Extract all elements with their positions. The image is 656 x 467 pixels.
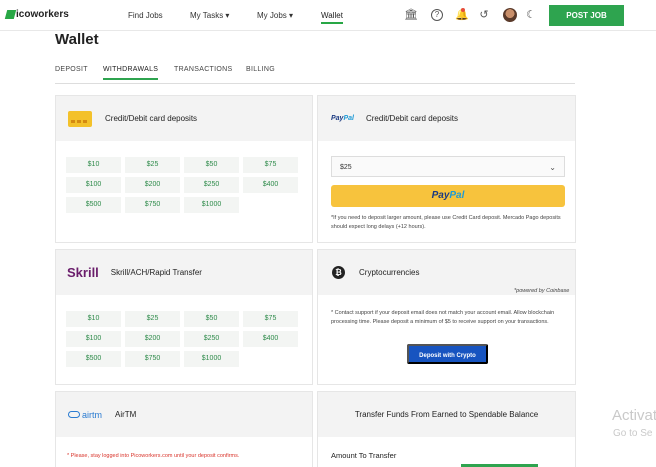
paypal-title: Credit/Debit card deposits: [365, 114, 459, 123]
crypto-title: Cryptocurrencies: [359, 268, 420, 277]
card-amount-button[interactable]: $1000: [184, 197, 239, 213]
airtm-logo: airtm: [68, 410, 102, 420]
nav-my-tasks[interactable]: My Tasks ▾: [190, 11, 229, 20]
skrill-amount-button[interactable]: $750: [125, 351, 180, 367]
paypal-amount-select[interactable]: $25 ⌄: [331, 156, 565, 177]
card-amount-grid: $10 $25 $50 $75 $100 $200 $250 $400 $500…: [66, 157, 298, 213]
skrill-amount-button[interactable]: $100: [66, 331, 121, 347]
skrill-amount-button[interactable]: $500: [66, 351, 121, 367]
paypal-logo-pal: Pal: [343, 115, 354, 122]
cloud-icon: [68, 411, 80, 418]
card-amount-button[interactable]: $400: [243, 177, 298, 193]
wallet-tabs: DEPOSIT WITHDRAWALS TRANSACTIONS BILLING: [55, 64, 575, 84]
card-amount-button[interactable]: $75: [243, 157, 298, 173]
card-deposit-panel: Credit/Debit card deposits $10 $25 $50 $…: [55, 95, 313, 243]
top-navigation: icoworkers Find Jobs My Tasks ▾ My Jobs …: [0, 0, 656, 31]
crypto-panel: ₿ Cryptocurrencies *powered by Coinbase …: [317, 249, 576, 385]
skrill-amount-button[interactable]: $1000: [184, 351, 239, 367]
site-logo[interactable]: icoworkers: [4, 9, 69, 20]
transfer-amount-label: Amount To Transfer: [331, 451, 397, 460]
card-amount-button[interactable]: $200: [125, 177, 180, 193]
paypal-panel: PayPal Credit/Debit card deposits $25 ⌄ …: [317, 95, 576, 243]
help-icon[interactable]: ?: [431, 9, 443, 21]
credit-card-icon: [68, 110, 92, 127]
skrill-amount-button[interactable]: $75: [243, 311, 298, 327]
paypal-button-pal: Pal: [449, 190, 465, 201]
paypal-selected-amount: $25: [340, 164, 352, 171]
page-title: Wallet: [55, 31, 99, 48]
card-amount-button[interactable]: $10: [66, 157, 121, 173]
notification-dot: [461, 8, 465, 12]
skrill-panel: Skrill Skrill/ACH/Rapid Transfer $10 $25…: [55, 249, 313, 385]
airtm-warning: * Please, stay logged into Picoworkers.c…: [67, 453, 240, 459]
logo-text: icoworkers: [16, 9, 69, 20]
crypto-note: * Contact support if your deposit email …: [331, 310, 555, 325]
skrill-title: Skrill/ACH/Rapid Transfer: [110, 268, 202, 277]
paypal-header: PayPal Credit/Debit card deposits: [318, 96, 575, 141]
activate-watermark-line2: Go to Se: [613, 428, 653, 439]
paypal-logo-pay: Pay: [331, 115, 344, 122]
airtm-logo-text: airtm: [82, 409, 102, 420]
skrill-amount-button[interactable]: $10: [66, 311, 121, 327]
skrill-amount-button[interactable]: $400: [243, 331, 298, 347]
tab-billing[interactable]: BILLING: [246, 66, 275, 73]
paypal-button[interactable]: PayPal: [331, 185, 565, 207]
powered-by-coinbase: *powered by Coinbase: [514, 288, 570, 294]
airtm-panel: airtm AirTM * Please, stay logged into P…: [55, 391, 313, 467]
card-deposit-title: Credit/Debit card deposits: [105, 114, 198, 123]
card-amount-button[interactable]: $500: [66, 197, 121, 213]
deposit-crypto-button[interactable]: Deposit with Crypto: [407, 344, 488, 364]
skrill-amount-button[interactable]: $200: [125, 331, 180, 347]
moon-icon[interactable]: ☾: [524, 8, 538, 22]
paypal-logo: PayPal: [331, 115, 354, 122]
post-job-button[interactable]: POST JOB: [549, 5, 624, 26]
tab-deposit[interactable]: DEPOSIT: [55, 66, 88, 73]
chevron-down-icon: ⌄: [549, 163, 556, 172]
skrill-amount-grid: $10 $25 $50 $75 $100 $200 $250 $400 $500…: [66, 311, 298, 367]
logo-mark-icon: [4, 10, 17, 19]
skrill-header: Skrill Skrill/ACH/Rapid Transfer: [56, 250, 312, 295]
skrill-amount-button[interactable]: $25: [125, 311, 180, 327]
nav-wallet[interactable]: Wallet: [321, 11, 343, 24]
skrill-amount-button[interactable]: $50: [184, 311, 239, 327]
transfer-title: Transfer Funds From Earned to Spendable …: [354, 410, 539, 419]
airtm-title: AirTM: [115, 410, 137, 419]
tab-withdrawals[interactable]: WITHDRAWALS: [103, 66, 159, 80]
paypal-note: *If you need to deposit larger amount, p…: [331, 215, 561, 230]
airtm-header: airtm AirTM: [56, 392, 312, 437]
transfer-header: Transfer Funds From Earned to Spendable …: [318, 392, 575, 437]
card-amount-button[interactable]: $25: [125, 157, 180, 173]
skrill-amount-button[interactable]: $250: [184, 331, 239, 347]
avatar[interactable]: [503, 8, 517, 22]
card-amount-button[interactable]: $100: [66, 177, 121, 193]
transfer-panel: Transfer Funds From Earned to Spendable …: [317, 391, 576, 467]
bitcoin-icon: ₿: [332, 266, 345, 279]
paypal-button-pay: Pay: [431, 190, 450, 201]
skrill-logo: Skrill: [67, 265, 99, 280]
card-amount-button[interactable]: $50: [184, 157, 239, 173]
card-amount-button[interactable]: $250: [184, 177, 239, 193]
card-amount-button[interactable]: $750: [125, 197, 180, 213]
activate-watermark-line1: Activat: [612, 407, 656, 424]
history-icon[interactable]: ↺: [477, 8, 491, 22]
nav-find-jobs[interactable]: Find Jobs: [128, 11, 163, 20]
tab-transactions[interactable]: TRANSACTIONS: [174, 66, 232, 73]
card-deposit-header: Credit/Debit card deposits: [56, 96, 312, 141]
bank-icon[interactable]: 🏛: [404, 8, 418, 22]
nav-my-jobs[interactable]: My Jobs ▾: [257, 11, 293, 20]
